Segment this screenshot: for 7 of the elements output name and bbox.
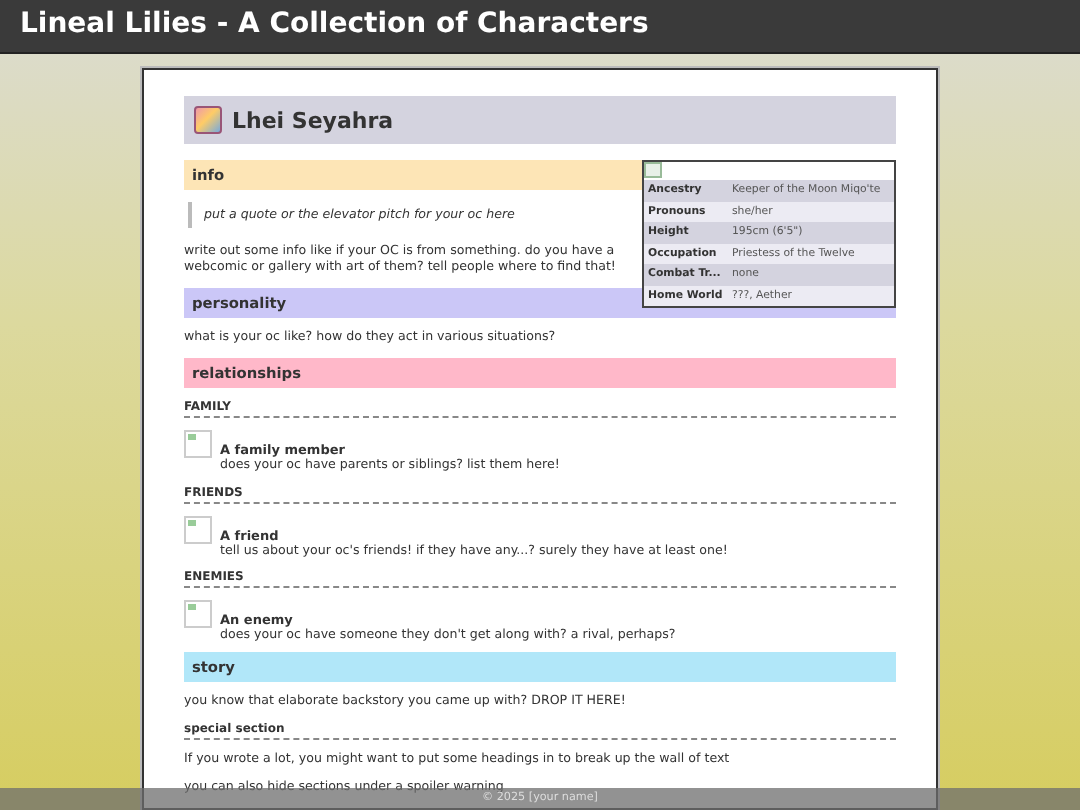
site-title: Lineal Lilies - A Collection of Characters: [20, 8, 649, 40]
broken-image-icon: [184, 600, 212, 628]
broken-image-icon: [644, 162, 662, 178]
avatar-icon: [194, 106, 222, 134]
character-name: Lhei Seyahra: [232, 107, 394, 133]
broken-image-icon: [184, 515, 212, 543]
broken-image-icon: [184, 430, 212, 458]
